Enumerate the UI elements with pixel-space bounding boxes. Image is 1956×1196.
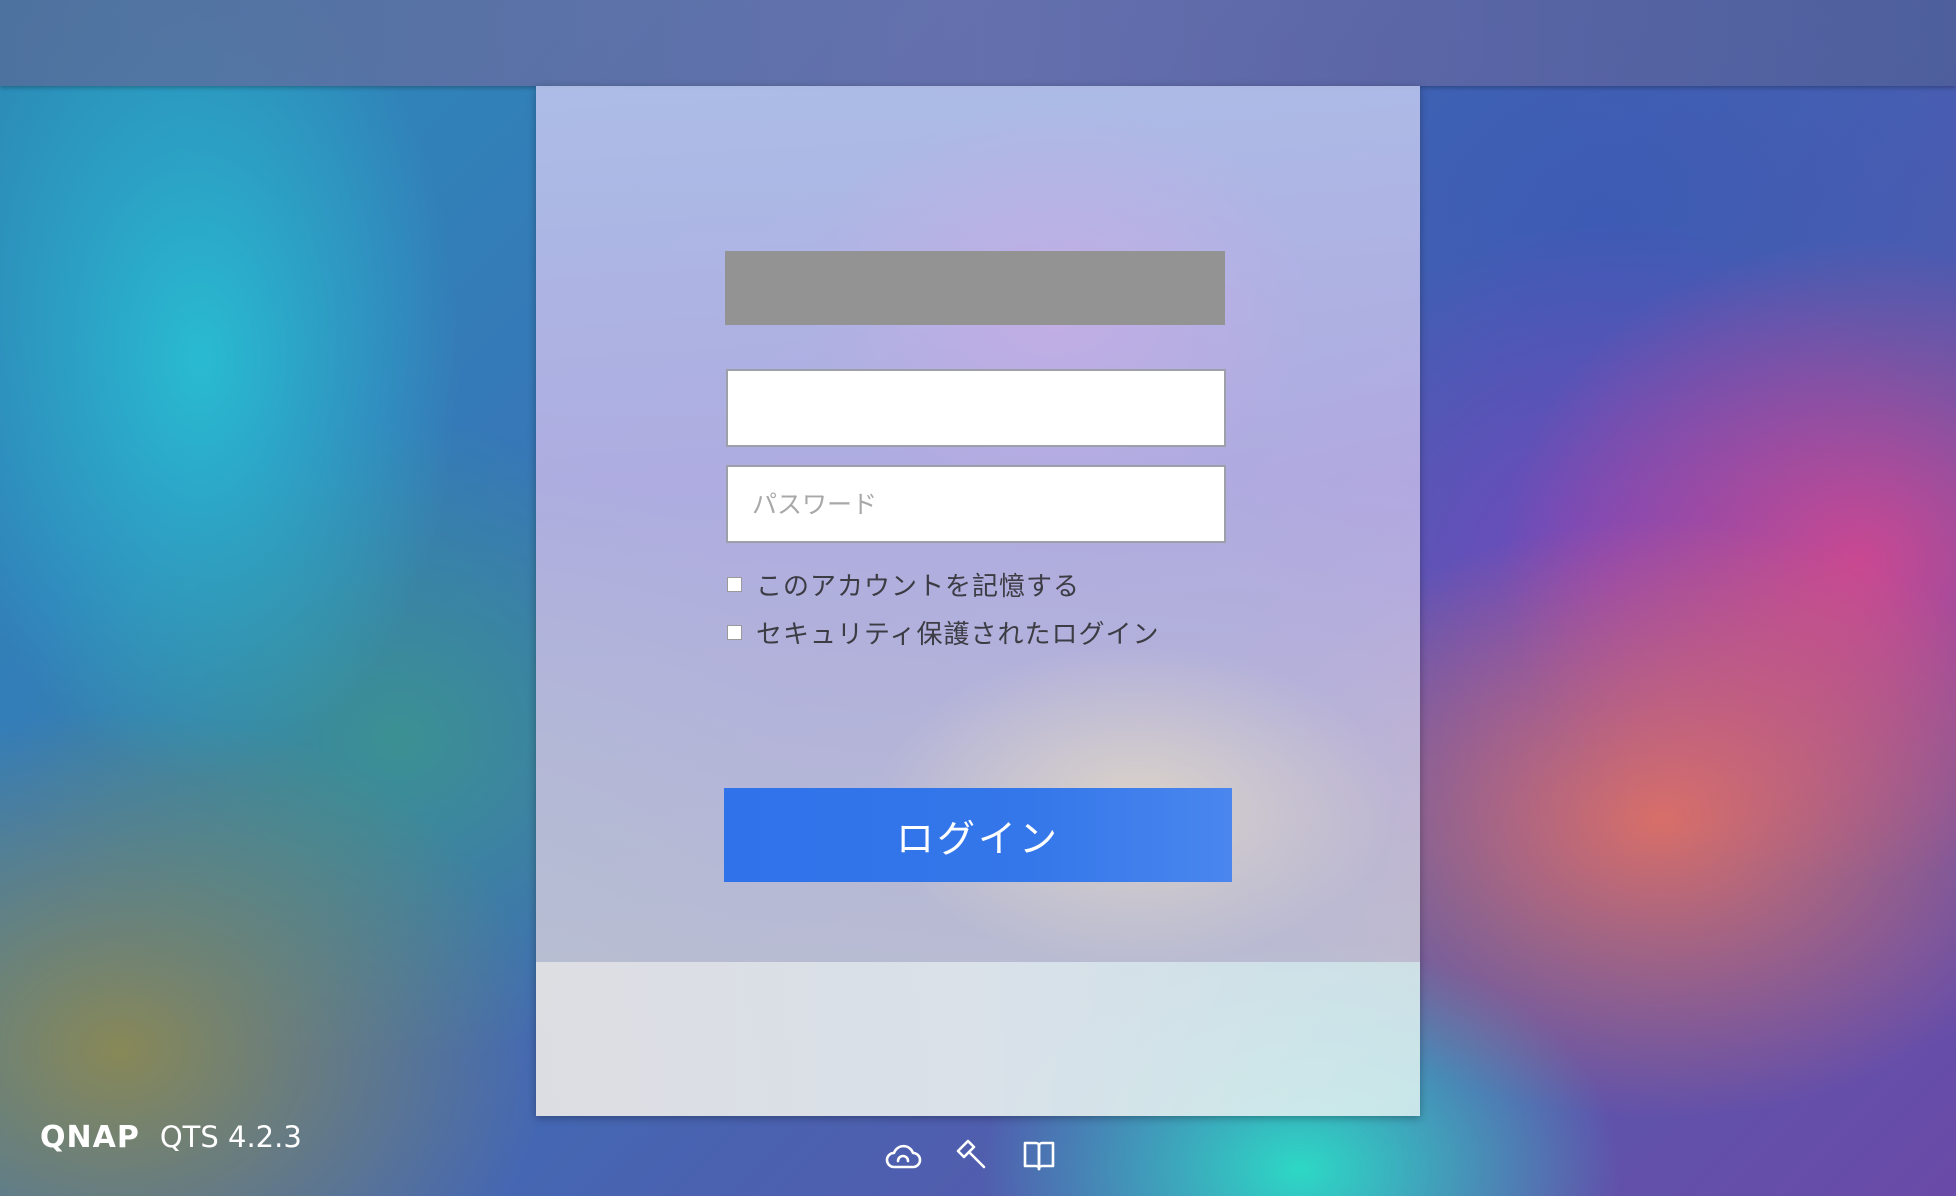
brand-company: QNAP [40, 1120, 140, 1155]
login-card: このアカウントを記憶する セキュリティ保護されたログイン ログイン [536, 86, 1420, 1116]
remember-account-checkbox[interactable] [727, 576, 742, 592]
username-field[interactable] [726, 369, 1226, 447]
login-screen: このアカウントを記憶する セキュリティ保護されたログイン ログイン QNAP Q… [0, 0, 1956, 1196]
secure-login-checkbox[interactable] [727, 624, 742, 640]
login-card-footer [536, 962, 1420, 1116]
login-button[interactable]: ログイン [724, 788, 1232, 882]
secure-login-label[interactable]: セキュリティ保護されたログイン [756, 614, 1159, 651]
login-card-body: このアカウントを記憶する セキュリティ保護されたログイン ログイン [536, 86, 1420, 962]
password-field[interactable] [726, 465, 1226, 543]
secure-login-option[interactable]: セキュリティ保護されたログイン [727, 614, 1159, 651]
bottom-toolbar [880, 1136, 1062, 1176]
cloud-icon[interactable] [880, 1136, 926, 1176]
remember-account-option[interactable]: このアカウントを記憶する [727, 566, 1080, 603]
logo-placeholder [725, 251, 1225, 325]
brand-version: QTS 4.2.3 [159, 1120, 302, 1154]
hammer-icon[interactable] [948, 1136, 994, 1176]
book-icon[interactable] [1016, 1136, 1062, 1176]
remember-account-label[interactable]: このアカウントを記憶する [756, 566, 1080, 603]
brand: QNAP QTS 4.2.3 [40, 1120, 302, 1155]
top-bar [0, 0, 1956, 86]
